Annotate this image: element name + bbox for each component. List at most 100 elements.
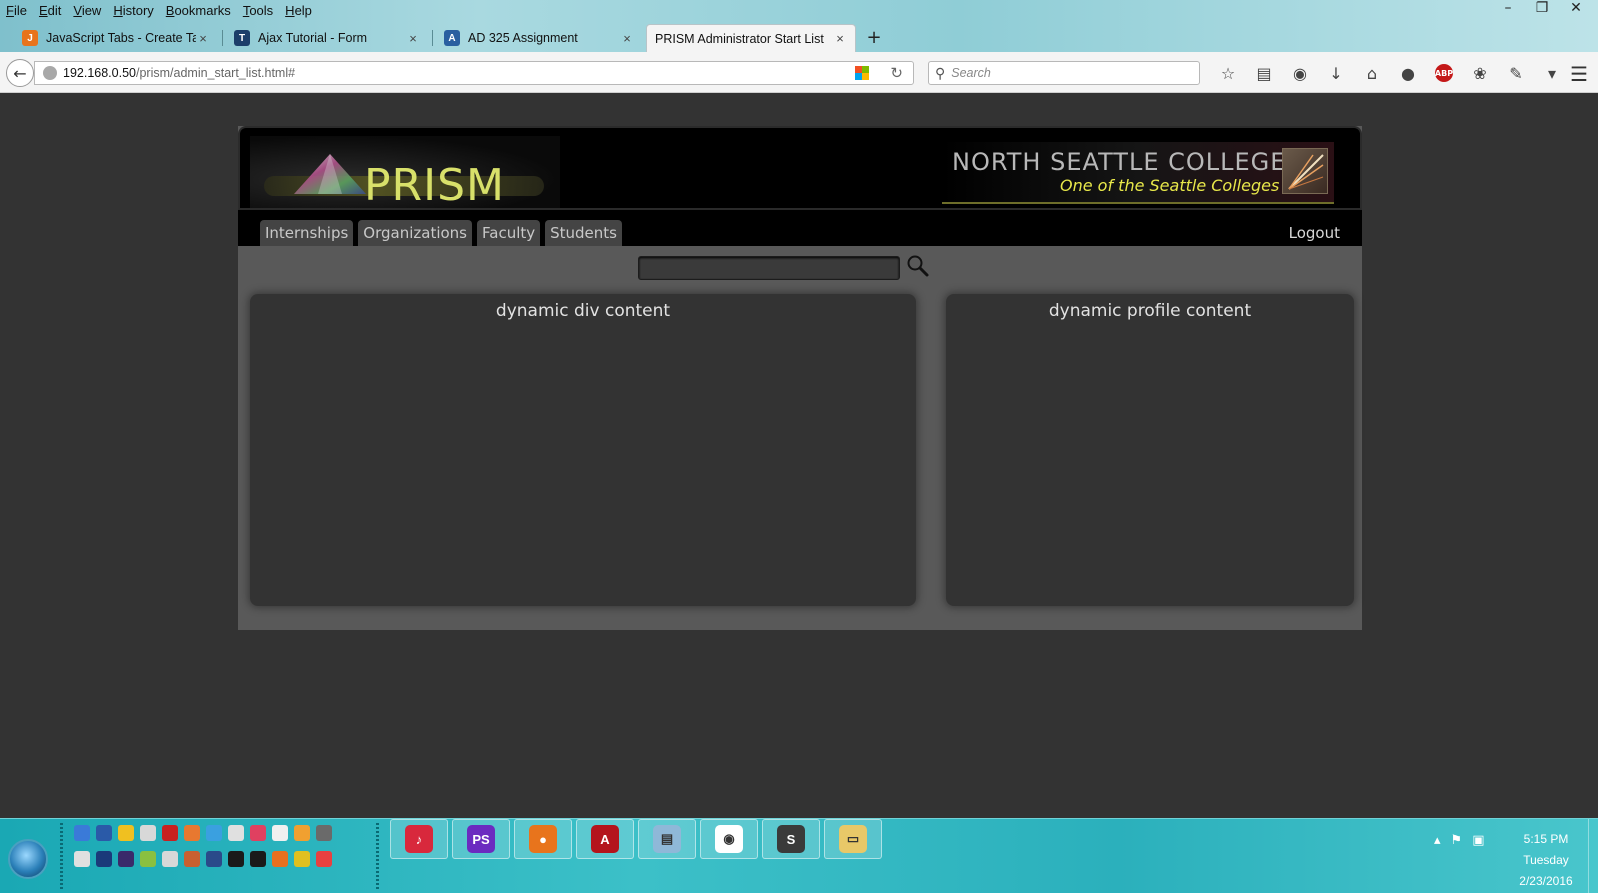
- tab-javascript-tabs[interactable]: J JavaScript Tabs - Create Ta... ×: [14, 24, 218, 52]
- computer-icon[interactable]: [96, 825, 112, 841]
- nav-tab-faculty[interactable]: Faculty: [477, 220, 541, 246]
- close-tab-icon[interactable]: ×: [620, 31, 634, 46]
- taskbar-acrobat[interactable]: A: [576, 819, 634, 859]
- menu-file[interactable]: File: [6, 3, 27, 18]
- college-banner[interactable]: NORTH SEATTLE COLLEGE One of the Seattle…: [942, 142, 1334, 204]
- search-input[interactable]: [638, 256, 900, 280]
- nav-tab-internships[interactable]: Internships: [260, 220, 354, 246]
- menu-help[interactable]: Help: [285, 3, 312, 18]
- phpstorm-small-icon[interactable]: [250, 851, 266, 867]
- app-icon[interactable]: [294, 825, 310, 841]
- prism-app: PRISM NORTH SEATTLE COLLEGE One of the S…: [238, 126, 1362, 630]
- android-icon[interactable]: [140, 851, 156, 867]
- close-tab-icon[interactable]: ×: [406, 31, 420, 46]
- nav-tab-students[interactable]: Students: [545, 220, 622, 246]
- tab-ajax-tutorial[interactable]: T Ajax Tutorial - Form ×: [226, 24, 428, 52]
- firefox-small-icon[interactable]: [272, 851, 288, 867]
- navigation-bar: ← 192.168.0.50/prism/admin_start_list.ht…: [0, 52, 1598, 93]
- dynamic-div-panel: dynamic div content: [250, 294, 916, 606]
- quick-launch: [74, 825, 374, 885]
- tray-expand-icon[interactable]: ▴: [1434, 833, 1441, 848]
- app-icon[interactable]: [184, 825, 200, 841]
- logout-link[interactable]: Logout: [1289, 224, 1340, 242]
- close-window-icon[interactable]: ✕: [1568, 0, 1584, 16]
- search-bar[interactable]: ⚲ Search: [928, 61, 1200, 85]
- menu-view[interactable]: View: [73, 3, 101, 18]
- overflow-chevron-icon[interactable]: ▾: [1534, 62, 1570, 84]
- chat-icon[interactable]: ●: [1390, 62, 1426, 84]
- tab-bar: J JavaScript Tabs - Create Ta... × T Aja…: [0, 24, 1598, 52]
- app-icon[interactable]: [74, 851, 90, 867]
- start-button[interactable]: [8, 839, 48, 879]
- nav-tab-organizations[interactable]: Organizations: [358, 220, 472, 246]
- site-header: PRISM NORTH SEATTLE COLLEGE One of the S…: [238, 126, 1362, 211]
- app-icon[interactable]: [316, 825, 332, 841]
- taskbar-phpstorm[interactable]: PS: [452, 819, 510, 859]
- tab-ad325-assignment[interactable]: A AD 325 Assignment ×: [436, 24, 642, 52]
- clock-time: 5:15 PM: [1523, 832, 1569, 846]
- chrome-icon[interactable]: [294, 851, 310, 867]
- menu-edit[interactable]: Edit: [39, 3, 61, 18]
- reading-list-icon[interactable]: ▤: [1246, 62, 1282, 84]
- menu-bookmarks[interactable]: Bookmarks: [166, 3, 231, 18]
- document-icon[interactable]: [272, 825, 288, 841]
- network-icon[interactable]: ▣: [1472, 833, 1484, 848]
- bookmark-star-icon[interactable]: ☆: [1210, 62, 1246, 84]
- new-tab-button[interactable]: +: [862, 24, 886, 52]
- site-info-icon[interactable]: [43, 66, 57, 80]
- college-title: NORTH SEATTLE COLLEGE: [952, 148, 1287, 176]
- close-tab-icon[interactable]: ×: [196, 31, 210, 46]
- app-icon[interactable]: [140, 825, 156, 841]
- taskbar-explorer[interactable]: ▭: [824, 819, 882, 859]
- adblock-icon[interactable]: ABP: [1435, 64, 1453, 82]
- extension-icon[interactable]: ❀: [1462, 62, 1498, 84]
- back-button[interactable]: ←: [6, 59, 34, 87]
- tools-icon[interactable]: ✎: [1498, 62, 1534, 84]
- close-tab-icon[interactable]: ×: [833, 31, 847, 46]
- desktop-icon[interactable]: [74, 825, 90, 841]
- toolbar-icons: ☆ ▤ ◉ ↓ ⌂ ● ABP ❀ ✎ ▾: [1210, 62, 1570, 84]
- taskbar-sublime[interactable]: S: [762, 819, 820, 859]
- search-button-icon[interactable]: [906, 254, 930, 278]
- filezilla-icon[interactable]: [162, 825, 178, 841]
- download-icon[interactable]: ↓: [1318, 62, 1354, 84]
- jetbrains-icon[interactable]: [228, 851, 244, 867]
- itunes-small-icon[interactable]: [250, 825, 266, 841]
- taskbar-notepad[interactable]: ▤: [638, 819, 696, 859]
- outlook-icon[interactable]: [118, 825, 134, 841]
- prism-logo[interactable]: PRISM: [250, 136, 560, 211]
- app-icon[interactable]: [316, 851, 332, 867]
- powershell-icon[interactable]: [118, 851, 134, 867]
- home-icon[interactable]: ⌂: [1354, 62, 1390, 84]
- page-favicon-icon: T: [234, 30, 250, 46]
- college-emblem-icon: [1282, 148, 1328, 194]
- show-desktop-button[interactable]: [1588, 819, 1598, 893]
- minimize-icon[interactable]: –: [1500, 0, 1516, 16]
- app-icon[interactable]: [228, 825, 244, 841]
- reload-icon[interactable]: ↻: [890, 64, 903, 82]
- app-icon[interactable]: [184, 851, 200, 867]
- taskbar-color-picker[interactable]: ◉: [700, 819, 758, 859]
- hamburger-menu-icon[interactable]: ☰: [1570, 62, 1588, 86]
- virtualbox-icon[interactable]: [206, 825, 222, 841]
- window-controls: – ❐ ✕: [1500, 0, 1584, 16]
- menu-history[interactable]: History: [113, 3, 153, 18]
- pocket-icon[interactable]: ◉: [1282, 62, 1318, 84]
- clock-day: Tuesday: [1523, 853, 1569, 867]
- java-icon[interactable]: [162, 851, 178, 867]
- restore-icon[interactable]: ❐: [1534, 0, 1550, 16]
- taskbar-clock[interactable]: 5:15 PM Tuesday 2/23/2016: [1496, 829, 1596, 892]
- browser-chrome: File Edit View History Bookmarks Tools H…: [0, 0, 1598, 93]
- phpstorm-icon: PS: [467, 825, 495, 853]
- windows-logo-icon[interactable]: [855, 66, 869, 80]
- menu-tools[interactable]: Tools: [243, 3, 273, 18]
- taskbar-itunes[interactable]: ♪: [390, 819, 448, 859]
- windows-taskbar: ♪ PS ● A ▤ ◉ S ▭ ▴ ⚑ ▣ 5:15 PM Tuesday 2…: [0, 818, 1598, 893]
- action-center-flag-icon[interactable]: ⚑: [1451, 833, 1463, 848]
- app-icon[interactable]: [206, 851, 222, 867]
- taskbar-divider: [60, 823, 63, 889]
- tab-prism-admin[interactable]: PRISM Administrator Start List ×: [646, 24, 856, 52]
- taskbar-firefox[interactable]: ●: [514, 819, 572, 859]
- address-bar[interactable]: 192.168.0.50/prism/admin_start_list.html…: [34, 61, 914, 85]
- photoshop-icon[interactable]: [96, 851, 112, 867]
